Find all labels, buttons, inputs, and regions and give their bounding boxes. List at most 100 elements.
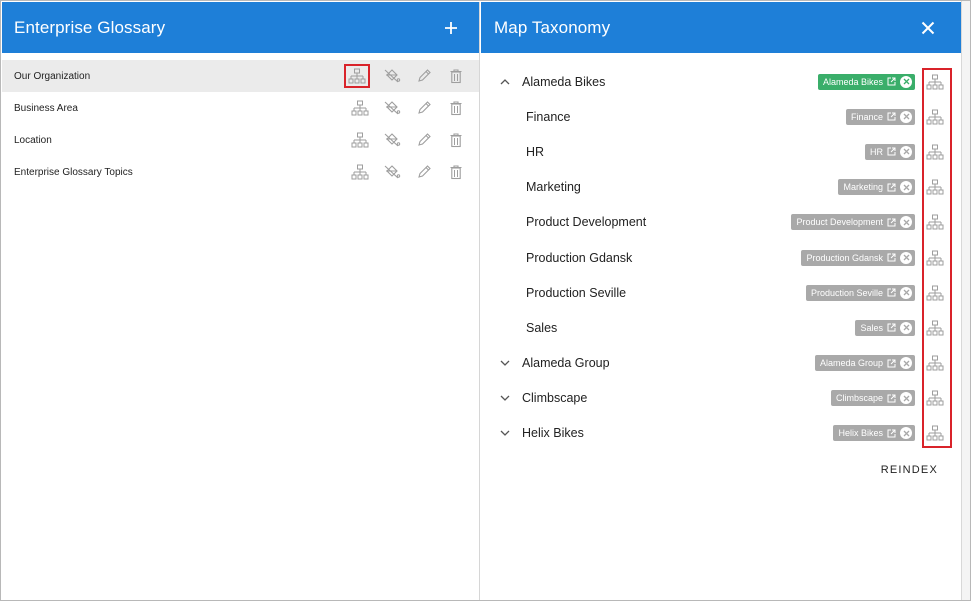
map-taxonomy-button[interactable] <box>924 422 946 444</box>
remove-chip-icon[interactable] <box>900 110 912 123</box>
external-link-icon[interactable] <box>887 77 896 86</box>
remove-chip-icon[interactable] <box>900 427 912 440</box>
left-header: Enterprise Glossary <box>2 2 479 53</box>
map-taxonomy-button[interactable] <box>924 317 946 339</box>
right-header: Map Taxonomy <box>481 2 961 53</box>
remove-chip-icon[interactable] <box>900 216 912 229</box>
taxonomy-icon <box>926 144 944 160</box>
external-link-icon[interactable] <box>887 218 896 227</box>
map-taxonomy-button[interactable] <box>924 141 946 163</box>
taxonomy-chip[interactable]: Alameda Group <box>814 355 915 372</box>
map-taxonomy-button[interactable] <box>344 160 376 184</box>
taxonomy-tree-row: HR HR <box>481 134 961 169</box>
external-link-icon[interactable] <box>887 429 896 438</box>
map-taxonomy-button[interactable] <box>344 128 376 152</box>
taxonomy-icon <box>926 74 944 90</box>
remove-chip-icon[interactable] <box>900 357 912 370</box>
external-link-icon[interactable] <box>887 253 896 262</box>
chip-label: Alameda Bikes <box>822 76 883 87</box>
clear-format-button[interactable] <box>376 160 408 184</box>
remove-chip-icon[interactable] <box>900 75 912 88</box>
chevron-down-icon[interactable] <box>499 427 511 439</box>
glossary-list: Our Organization Business Area Location Ent… <box>2 53 479 188</box>
chip-label: Product Development <box>796 217 883 228</box>
taxonomy-label: Sales <box>526 320 558 335</box>
remove-chip-icon[interactable] <box>900 181 912 194</box>
delete-button[interactable] <box>440 96 472 120</box>
taxonomy-chip[interactable]: Sales <box>855 319 915 336</box>
taxonomy-chip[interactable]: Climbscape <box>830 390 915 407</box>
taxonomy-icon <box>926 214 944 230</box>
remove-chip-icon[interactable] <box>900 251 912 264</box>
close-button[interactable] <box>916 16 940 40</box>
taxonomy-chip[interactable]: Marketing <box>838 179 915 196</box>
taxonomy-label: Alameda Group <box>522 356 610 371</box>
delete-button[interactable] <box>440 160 472 184</box>
remove-chip-icon[interactable] <box>900 321 912 334</box>
chip-label: Finance <box>850 111 883 122</box>
taxonomy-label: Product Development <box>526 215 647 230</box>
chip-label: Marketing <box>843 182 883 193</box>
taxonomy-tree-row: Climbscape Climbscape <box>481 381 961 416</box>
glossary-row[interactable]: Business Area <box>2 92 479 124</box>
taxonomy-label: Climbscape <box>522 391 588 406</box>
chevron-down-icon[interactable] <box>499 392 511 404</box>
external-link-icon[interactable] <box>887 112 896 121</box>
add-glossary-button[interactable] <box>439 16 463 40</box>
taxonomy-icon <box>351 164 369 180</box>
external-link-icon[interactable] <box>887 288 896 297</box>
reindex-button[interactable]: REINDEX <box>881 464 938 476</box>
map-taxonomy-button[interactable] <box>924 247 946 269</box>
taxonomy-label: Alameda Bikes <box>522 74 606 89</box>
edit-button[interactable] <box>408 64 440 88</box>
taxonomy-icon <box>926 285 944 301</box>
remove-chip-icon[interactable] <box>900 286 912 299</box>
pencil-icon <box>418 69 431 82</box>
delete-button[interactable] <box>440 128 472 152</box>
external-link-icon[interactable] <box>887 323 896 332</box>
map-taxonomy-button[interactable] <box>924 71 946 93</box>
map-taxonomy-button[interactable] <box>924 211 946 233</box>
external-link-icon[interactable] <box>887 394 896 403</box>
map-taxonomy-button[interactable] <box>924 352 946 374</box>
taxonomy-chip[interactable]: Product Development <box>791 214 915 231</box>
taxonomy-label: Production Gdansk <box>526 250 633 265</box>
chevron-up-icon[interactable] <box>499 76 511 88</box>
taxonomy-chip[interactable]: Production Seville <box>805 284 915 301</box>
remove-chip-icon[interactable] <box>900 392 912 405</box>
taxonomy-tree-row: Alameda Group Alameda Group <box>481 346 961 381</box>
edit-button[interactable] <box>408 160 440 184</box>
taxonomy-chip[interactable]: Finance <box>845 108 915 125</box>
delete-button[interactable] <box>440 64 472 88</box>
fill-off-icon <box>384 69 401 83</box>
map-taxonomy-button[interactable] <box>344 64 370 88</box>
map-taxonomy-button[interactable] <box>924 176 946 198</box>
clear-format-button[interactable] <box>376 128 408 152</box>
chip-label: Climbscape <box>835 393 883 404</box>
chip-label: Alameda Group <box>819 358 883 369</box>
glossary-row[interactable]: Our Organization <box>2 60 479 92</box>
glossary-row[interactable]: Location <box>2 124 479 156</box>
external-link-icon[interactable] <box>887 147 896 156</box>
remove-chip-icon[interactable] <box>900 145 912 158</box>
taxonomy-chip[interactable]: HR <box>865 143 915 160</box>
map-taxonomy-button[interactable] <box>924 282 946 304</box>
clear-format-button[interactable] <box>376 64 408 88</box>
taxonomy-tree-row: Alameda Bikes Alameda Bikes <box>481 64 961 99</box>
chevron-down-icon[interactable] <box>499 357 511 369</box>
taxonomy-chip[interactable]: Helix Bikes <box>833 425 915 442</box>
external-link-icon[interactable] <box>887 183 896 192</box>
glossary-row[interactable]: Enterprise Glossary Topics <box>2 156 479 188</box>
window-scrollbar[interactable] <box>961 1 970 600</box>
taxonomy-chip[interactable]: Production Gdansk <box>801 249 915 266</box>
map-taxonomy-button[interactable] <box>924 387 946 409</box>
map-taxonomy-button[interactable] <box>344 96 376 120</box>
edit-button[interactable] <box>408 96 440 120</box>
pencil-icon <box>418 165 431 178</box>
taxonomy-chip[interactable]: Alameda Bikes <box>817 73 915 90</box>
external-link-icon[interactable] <box>887 359 896 368</box>
edit-button[interactable] <box>408 128 440 152</box>
trash-icon <box>450 101 462 116</box>
map-taxonomy-button[interactable] <box>924 106 946 128</box>
clear-format-button[interactable] <box>376 96 408 120</box>
